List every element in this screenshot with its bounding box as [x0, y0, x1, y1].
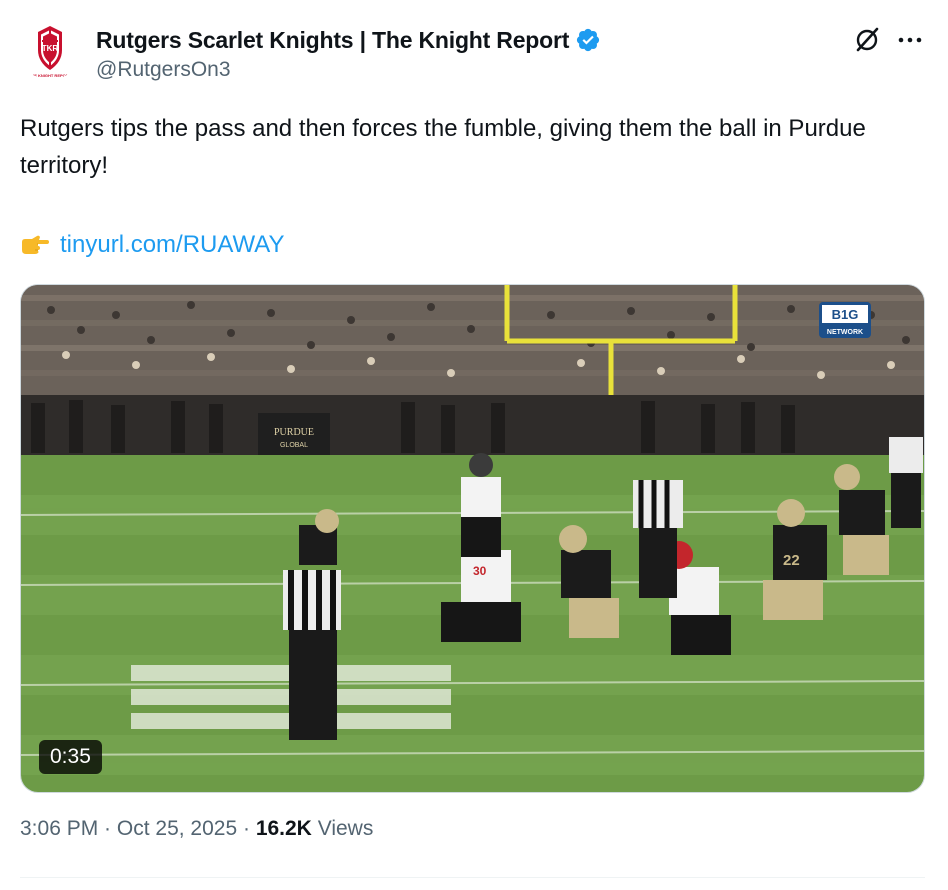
divider: [20, 877, 925, 878]
jersey-number-30: 30: [473, 564, 487, 578]
jersey-number-22: 22: [783, 552, 800, 569]
meta-separator-1: ·: [98, 817, 117, 840]
avatar-caption: THE KNIGHT REPORT: [29, 73, 72, 78]
knight-report-shield-logo-icon: TKR THE KNIGHT REPORT: [29, 26, 72, 78]
tweet-time[interactable]: 3:06 PM: [20, 817, 98, 840]
display-name-row: Rutgers Scarlet Knights | The Knight Rep…: [96, 24, 601, 56]
author-names: Rutgers Scarlet Knights | The Knight Rep…: [96, 24, 601, 82]
video-player[interactable]: PURDUE GLOBAL B1G NETWORK 30 22 0:35: [20, 284, 925, 793]
grok-icon[interactable]: [852, 25, 882, 55]
views-count: 16.2K: [255, 817, 312, 840]
author-display-name[interactable]: Rutgers Scarlet Knights | The Knight Rep…: [96, 27, 569, 54]
svg-text:GLOBAL: GLOBAL: [280, 442, 308, 449]
meta-separator-2: ·: [237, 817, 256, 840]
author-handle[interactable]: @RutgersOn3: [96, 58, 601, 82]
views-label: Views: [317, 817, 374, 840]
verified-badge-icon[interactable]: [575, 27, 601, 53]
tweet: TKR THE KNIGHT REPORT Rutgers Scarlet Kn…: [0, 0, 948, 890]
network-logo-line2: NETWORK: [827, 329, 863, 336]
video-frame: PURDUE GLOBAL B1G NETWORK 30 22: [21, 285, 924, 792]
tweet-date[interactable]: Oct 25, 2025: [117, 817, 237, 840]
tweet-link-row: tinyurl.com/RUAWAY: [20, 226, 284, 263]
network-logo-line1: B1G: [832, 307, 859, 322]
svg-text:TKR: TKR: [42, 44, 59, 53]
tweet-meta: 3:06 PM · Oct 25, 2025 · 16.2K Views: [20, 817, 373, 841]
pointing-right-icon: [22, 235, 49, 254]
stadium-sign-text: PURDUE: [274, 427, 314, 438]
author-avatar[interactable]: TKR THE KNIGHT REPORT: [20, 20, 80, 80]
tweet-link[interactable]: tinyurl.com/RUAWAY: [60, 226, 284, 263]
tweet-text: Rutgers tips the pass and then forces th…: [20, 115, 866, 179]
video-duration: 0:35: [39, 740, 102, 774]
more-icon[interactable]: [895, 25, 925, 55]
